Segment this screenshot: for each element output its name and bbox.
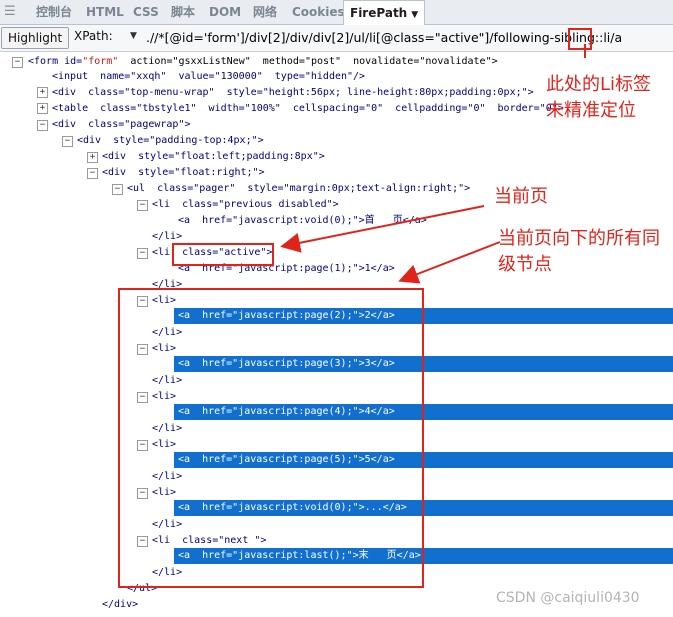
chevron-down-icon: ▼: [411, 10, 419, 20]
code-tag: <input: [52, 71, 95, 82]
tab-firepath[interactable]: FirePath ▼: [343, 0, 426, 26]
highlight-button[interactable]: Highlight: [1, 27, 70, 49]
code-line[interactable]: <a href="javascript:void(0);">首 页</a>: [178, 214, 427, 228]
code-tag: </div>: [102, 599, 139, 610]
code-line[interactable]: </div>: [102, 598, 138, 612]
tab-cookies[interactable]: Cookies: [292, 0, 345, 24]
code-tag: <ul: [127, 183, 152, 194]
active-li-box: [172, 243, 274, 266]
code-tag: <form: [28, 56, 65, 67]
code-line[interactable]: <div class="pagewrap">: [52, 118, 190, 132]
code-rest: class="tbstyle1" width="100%" cellspacin…: [94, 103, 564, 114]
siblings-box: [118, 288, 424, 588]
code-tag: <div: [77, 135, 108, 146]
code-line[interactable]: <li class="previous disabled">: [152, 198, 339, 212]
tab-firepath-label: FirePath: [350, 6, 408, 20]
code-tag: <div: [52, 87, 83, 98]
li-annotation-note: 此处的Li标签未精准定位: [546, 74, 652, 121]
code-line[interactable]: <table class="tbstyle1" width="100%" cel…: [52, 102, 564, 116]
code-rest: class="previous disabled">: [176, 199, 339, 210]
tab-network[interactable]: 网络: [253, 0, 277, 24]
code-tag: <table: [52, 103, 95, 114]
code-rest: style="padding-top:4px;">: [107, 135, 264, 146]
code-line[interactable]: <div style="float:left;padding:8px">: [102, 150, 325, 164]
collapse-icon[interactable]: −: [137, 248, 148, 259]
collapse-icon[interactable]: −: [37, 120, 48, 131]
code-tag: <a: [178, 215, 197, 226]
tab-console[interactable]: 控制台: [36, 0, 72, 24]
code-tag: </li>: [152, 231, 183, 242]
collapse-icon[interactable]: −: [137, 200, 148, 211]
code-rest: style="float:right;">: [132, 167, 265, 178]
code-rest: class="pager" style="margin:0px;text-ali…: [151, 183, 471, 194]
code-tag: <li: [152, 199, 177, 210]
code-line[interactable]: <div class="top-menu-wrap" style="height…: [52, 86, 534, 100]
tab-css[interactable]: CSS: [133, 0, 159, 24]
collapse-icon[interactable]: −: [87, 168, 98, 179]
code-line[interactable]: </li>: [152, 230, 182, 244]
code-line[interactable]: <div style="padding-top:4px;">: [77, 134, 264, 148]
code-line[interactable]: <ul class="pager" style="margin:0px;text…: [127, 182, 470, 196]
watermark: CSDN @caiqiuli0430: [496, 590, 640, 606]
tab-script[interactable]: 脚本: [171, 0, 195, 24]
code-attr: id=: [64, 56, 83, 67]
xpath-label[interactable]: XPath:: [74, 29, 113, 43]
collapse-icon[interactable]: −: [62, 136, 73, 147]
code-rest: name="xxqh" value="130000" type="hidden"…: [94, 71, 366, 82]
code-tag: <div: [52, 119, 83, 130]
li-highlight-box: [568, 28, 592, 50]
collapse-icon[interactable]: −: [112, 184, 123, 195]
code-tag: <div: [102, 151, 133, 162]
code-rest: class="top-menu-wrap" style="height:56px…: [82, 87, 534, 98]
expand-icon[interactable]: +: [87, 152, 98, 163]
code-line[interactable]: <div style="float:right;">: [102, 166, 265, 180]
tab-html[interactable]: HTML: [86, 0, 124, 24]
code-tag: <div: [102, 167, 133, 178]
expand-icon[interactable]: +: [37, 103, 48, 114]
current-page-note: 当前页: [494, 186, 548, 207]
code-value: "form": [82, 56, 119, 67]
tab-dom[interactable]: DOM: [209, 0, 241, 24]
chevron-down-icon[interactable]: ▼: [130, 31, 137, 41]
code-rest: href="javascript:void(0);">首 页</a>: [196, 215, 427, 226]
code-rest: class="pagewrap">: [82, 119, 191, 130]
code-rest: action="gsxxListNew" method="post" noval…: [118, 56, 498, 67]
devtools-tab-bar: ☰ 控制台 HTML CSS 脚本 DOM 网络 Cookies FirePat…: [0, 0, 673, 26]
collapse-icon[interactable]: −: [12, 57, 23, 68]
code-line[interactable]: <form id="form" action="gsxxListNew" met…: [28, 55, 498, 69]
menu-icon[interactable]: ☰: [4, 4, 20, 20]
code-line[interactable]: <input name="xxqh" value="130000" type="…: [52, 70, 365, 84]
code-rest: style="float:left;padding:8px">: [132, 151, 325, 162]
expand-icon[interactable]: +: [37, 87, 48, 98]
siblings-note: 当前页向下的所有同级节点: [498, 228, 660, 275]
